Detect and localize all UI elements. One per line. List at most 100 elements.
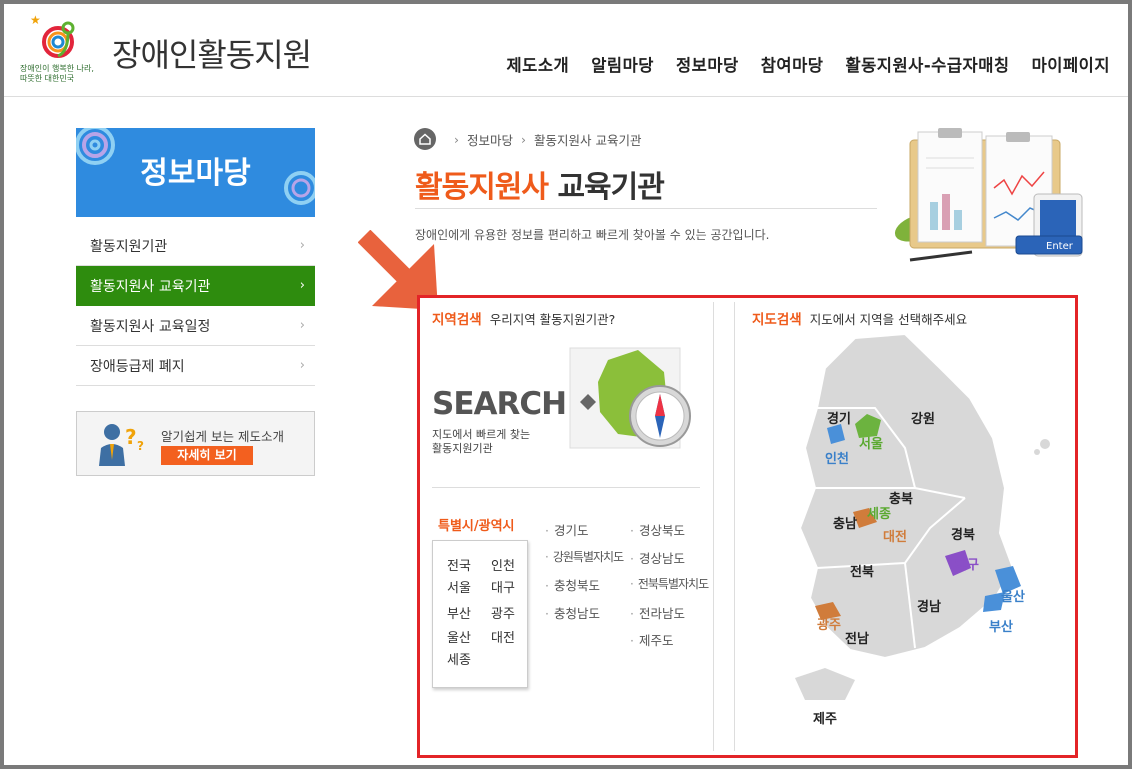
- map-region-jeju[interactable]: 제주: [813, 708, 837, 727]
- province-item[interactable]: 제주도: [630, 630, 674, 649]
- person-question-icon: ? ?: [99, 424, 144, 466]
- page-title-rest: 교육기관: [548, 170, 664, 205]
- site-title: 장애인활동지원: [112, 36, 312, 74]
- breadcrumb-item[interactable]: 정보마당: [467, 130, 513, 149]
- nav-item-notice[interactable]: 알림마당: [591, 52, 654, 76]
- sidebar-banner-title: 정보마당: [140, 156, 251, 191]
- site-logo[interactable]: ★ 장애인이 행복한 나라, 따뜻한 대한민국 장애인활동지원: [12, 10, 312, 90]
- svg-text:★: ★: [30, 13, 41, 27]
- title-divider: [415, 208, 877, 209]
- map-region-ulsan[interactable]: 울산: [1001, 586, 1025, 605]
- sidebar-item-label: 활동지원사 교육기관: [90, 278, 211, 295]
- map-region-incheon[interactable]: 인천: [825, 448, 849, 467]
- logo-mark-icon: ★: [30, 13, 75, 58]
- nav-item-mypage[interactable]: 마이페이지: [1032, 52, 1110, 76]
- metro-item-busan[interactable]: 부산: [447, 603, 471, 622]
- sidebar-item-grade-abolition[interactable]: 장애등급제 폐지 ›: [76, 346, 315, 386]
- chevron-right-icon: ›: [299, 358, 305, 373]
- hero-enter-label: Enter: [1046, 241, 1074, 252]
- map-region-daegu[interactable]: 대구: [955, 554, 979, 573]
- chevron-right-icon: ›: [299, 238, 305, 253]
- nav-item-participate[interactable]: 참여마당: [761, 52, 824, 76]
- left-divider: [432, 487, 700, 488]
- province-item[interactable]: 충청북도: [545, 575, 600, 594]
- chevron-right-icon: ›: [299, 318, 305, 333]
- map-region-gangwon[interactable]: 강원: [911, 408, 935, 427]
- map-region-busan[interactable]: 부산: [989, 616, 1013, 635]
- province-item[interactable]: 경상북도: [630, 520, 685, 539]
- panel-divider: [713, 302, 714, 751]
- promo-detail-button[interactable]: 자세히 보기: [161, 446, 253, 465]
- nav-item-matching[interactable]: 활동지원사-수급자매칭: [845, 52, 1009, 76]
- metro-item-seoul[interactable]: 서울: [447, 577, 471, 596]
- province-item[interactable]: 전라남도: [630, 603, 685, 622]
- clipboard-illustration-icon: Enter: [894, 128, 1083, 262]
- map-region-gyeonggi[interactable]: 경기: [827, 408, 851, 427]
- main-nav: 제도소개 알림마당 정보마당 참여마당 활동지원사-수급자매칭 마이페이지: [507, 52, 1111, 76]
- map-region-daejeon[interactable]: 대전: [883, 526, 907, 545]
- sidebar-promo: ? ? 알기쉽게 보는 제도소개 자세히 보기: [76, 411, 315, 476]
- map-region-seoul[interactable]: 서울: [859, 433, 883, 452]
- province-item[interactable]: 충청남도: [545, 603, 600, 622]
- metro-label: 특별시/광역시: [438, 519, 515, 534]
- metro-item-daegu[interactable]: 대구: [491, 577, 515, 596]
- map-search-title: 지도검색: [752, 312, 802, 328]
- province-item[interactable]: 경상남도: [630, 548, 685, 567]
- search-subtitle-line1: 지도에서 빠르게 찾는: [432, 428, 531, 441]
- chevron-right-icon: ›: [299, 278, 305, 293]
- map-region-jeonbuk[interactable]: 전북: [850, 561, 874, 580]
- province-item[interactable]: 강원특별자치도: [545, 548, 624, 565]
- metro-item-daejeon[interactable]: 대전: [491, 627, 515, 646]
- map-region-jeonnam[interactable]: 전남: [845, 628, 869, 647]
- map-search-subtitle: 지도에서 지역을 선택해주세요: [809, 312, 968, 327]
- svg-text:?: ?: [125, 425, 137, 449]
- page-title-highlight: 활동지원사: [415, 170, 549, 205]
- breadcrumb: › 정보마당 › 활동지원사 교육기관: [414, 128, 642, 150]
- metro-item-sejong[interactable]: 세종: [447, 649, 471, 668]
- map-region-gyeongnam[interactable]: 경남: [917, 596, 941, 615]
- region-search-title: 지역검색: [432, 312, 482, 328]
- metro-item-ulsan[interactable]: 울산: [447, 627, 471, 646]
- breadcrumb-item[interactable]: 활동지원사 교육기관: [534, 130, 641, 149]
- search-subtitle: 지도에서 빠르게 찾는 활동지원기관: [432, 428, 530, 456]
- sidebar-item-education-agency[interactable]: 활동지원사 교육기관 ›: [76, 266, 315, 306]
- map-search-heading: 지도검색 지도에서 지역을 선택해주세요: [752, 308, 967, 328]
- sidebar-menu: 활동지원기관 › 활동지원사 교육기관 › 활동지원사 교육일정 › 장애등급제…: [76, 226, 315, 386]
- svg-text:?: ?: [137, 439, 144, 453]
- panel-divider: [734, 302, 735, 751]
- logo-tagline-line2: 따뜻한 대한민국: [20, 74, 75, 83]
- breadcrumb-separator-icon: ›: [521, 131, 527, 147]
- sidebar-item-label: 장애등급제 폐지: [90, 358, 185, 375]
- compass-map-icon: [569, 347, 691, 449]
- province-item[interactable]: 경기도: [545, 520, 589, 539]
- search-subtitle-line2: 활동지원기관: [432, 442, 493, 455]
- metro-item-gwangju[interactable]: 광주: [491, 603, 515, 622]
- page-description: 장애인에게 유용한 정보를 편리하고 빠르게 찾아볼 수 있는 공간입니다.: [415, 228, 770, 242]
- metro-item-incheon[interactable]: 인천: [491, 555, 515, 574]
- map-region-chungbuk[interactable]: 충북: [889, 488, 913, 507]
- sidebar-item-label: 활동지원기관: [90, 238, 168, 255]
- nav-item-intro[interactable]: 제도소개: [507, 52, 570, 76]
- nav-item-info[interactable]: 정보마당: [676, 52, 739, 76]
- map-region-chungnam[interactable]: 충남: [833, 513, 857, 532]
- page: ★ 장애인이 행복한 나라, 따뜻한 대한민국 장애인활동지원 제도소개 알림마…: [4, 4, 1128, 765]
- province-item[interactable]: 전북특별자치도: [630, 575, 709, 592]
- page-title: 활동지원사 교육기관: [415, 162, 665, 206]
- korea-map[interactable]: 경기 강원 서울 인천 충북 세종 충남 대전 경북 대구 전북 울산 경남 부…: [755, 328, 1055, 748]
- map-region-gyeongbuk[interactable]: 경북: [951, 524, 975, 543]
- search-word: SEARCH: [432, 386, 567, 422]
- promo-text: 알기쉽게 보는 제도소개: [161, 429, 284, 444]
- sidebar-item-label: 활동지원사 교육일정: [90, 318, 211, 335]
- metro-item-all[interactable]: 전국: [447, 555, 471, 574]
- region-search-subtitle: 우리지역 활동지원기관?: [489, 312, 616, 327]
- sidebar-item-support-agency[interactable]: 활동지원기관 ›: [76, 226, 315, 266]
- metro-list: 전국 인천 서울 대구 부산 광주 울산 대전 세종: [432, 540, 528, 688]
- map-region-sejong[interactable]: 세종: [867, 503, 891, 522]
- map-region-gwangju[interactable]: 광주: [817, 614, 841, 633]
- logo-tagline-line1: 장애인이 행복한 나라,: [20, 64, 94, 73]
- logo-tagline: 장애인이 행복한 나라, 따뜻한 대한민국: [20, 64, 94, 84]
- breadcrumb-separator-icon: ›: [454, 131, 459, 147]
- sidebar-item-education-schedule[interactable]: 활동지원사 교육일정 ›: [76, 306, 315, 346]
- header-divider: [4, 96, 1128, 97]
- home-icon[interactable]: [414, 128, 436, 150]
